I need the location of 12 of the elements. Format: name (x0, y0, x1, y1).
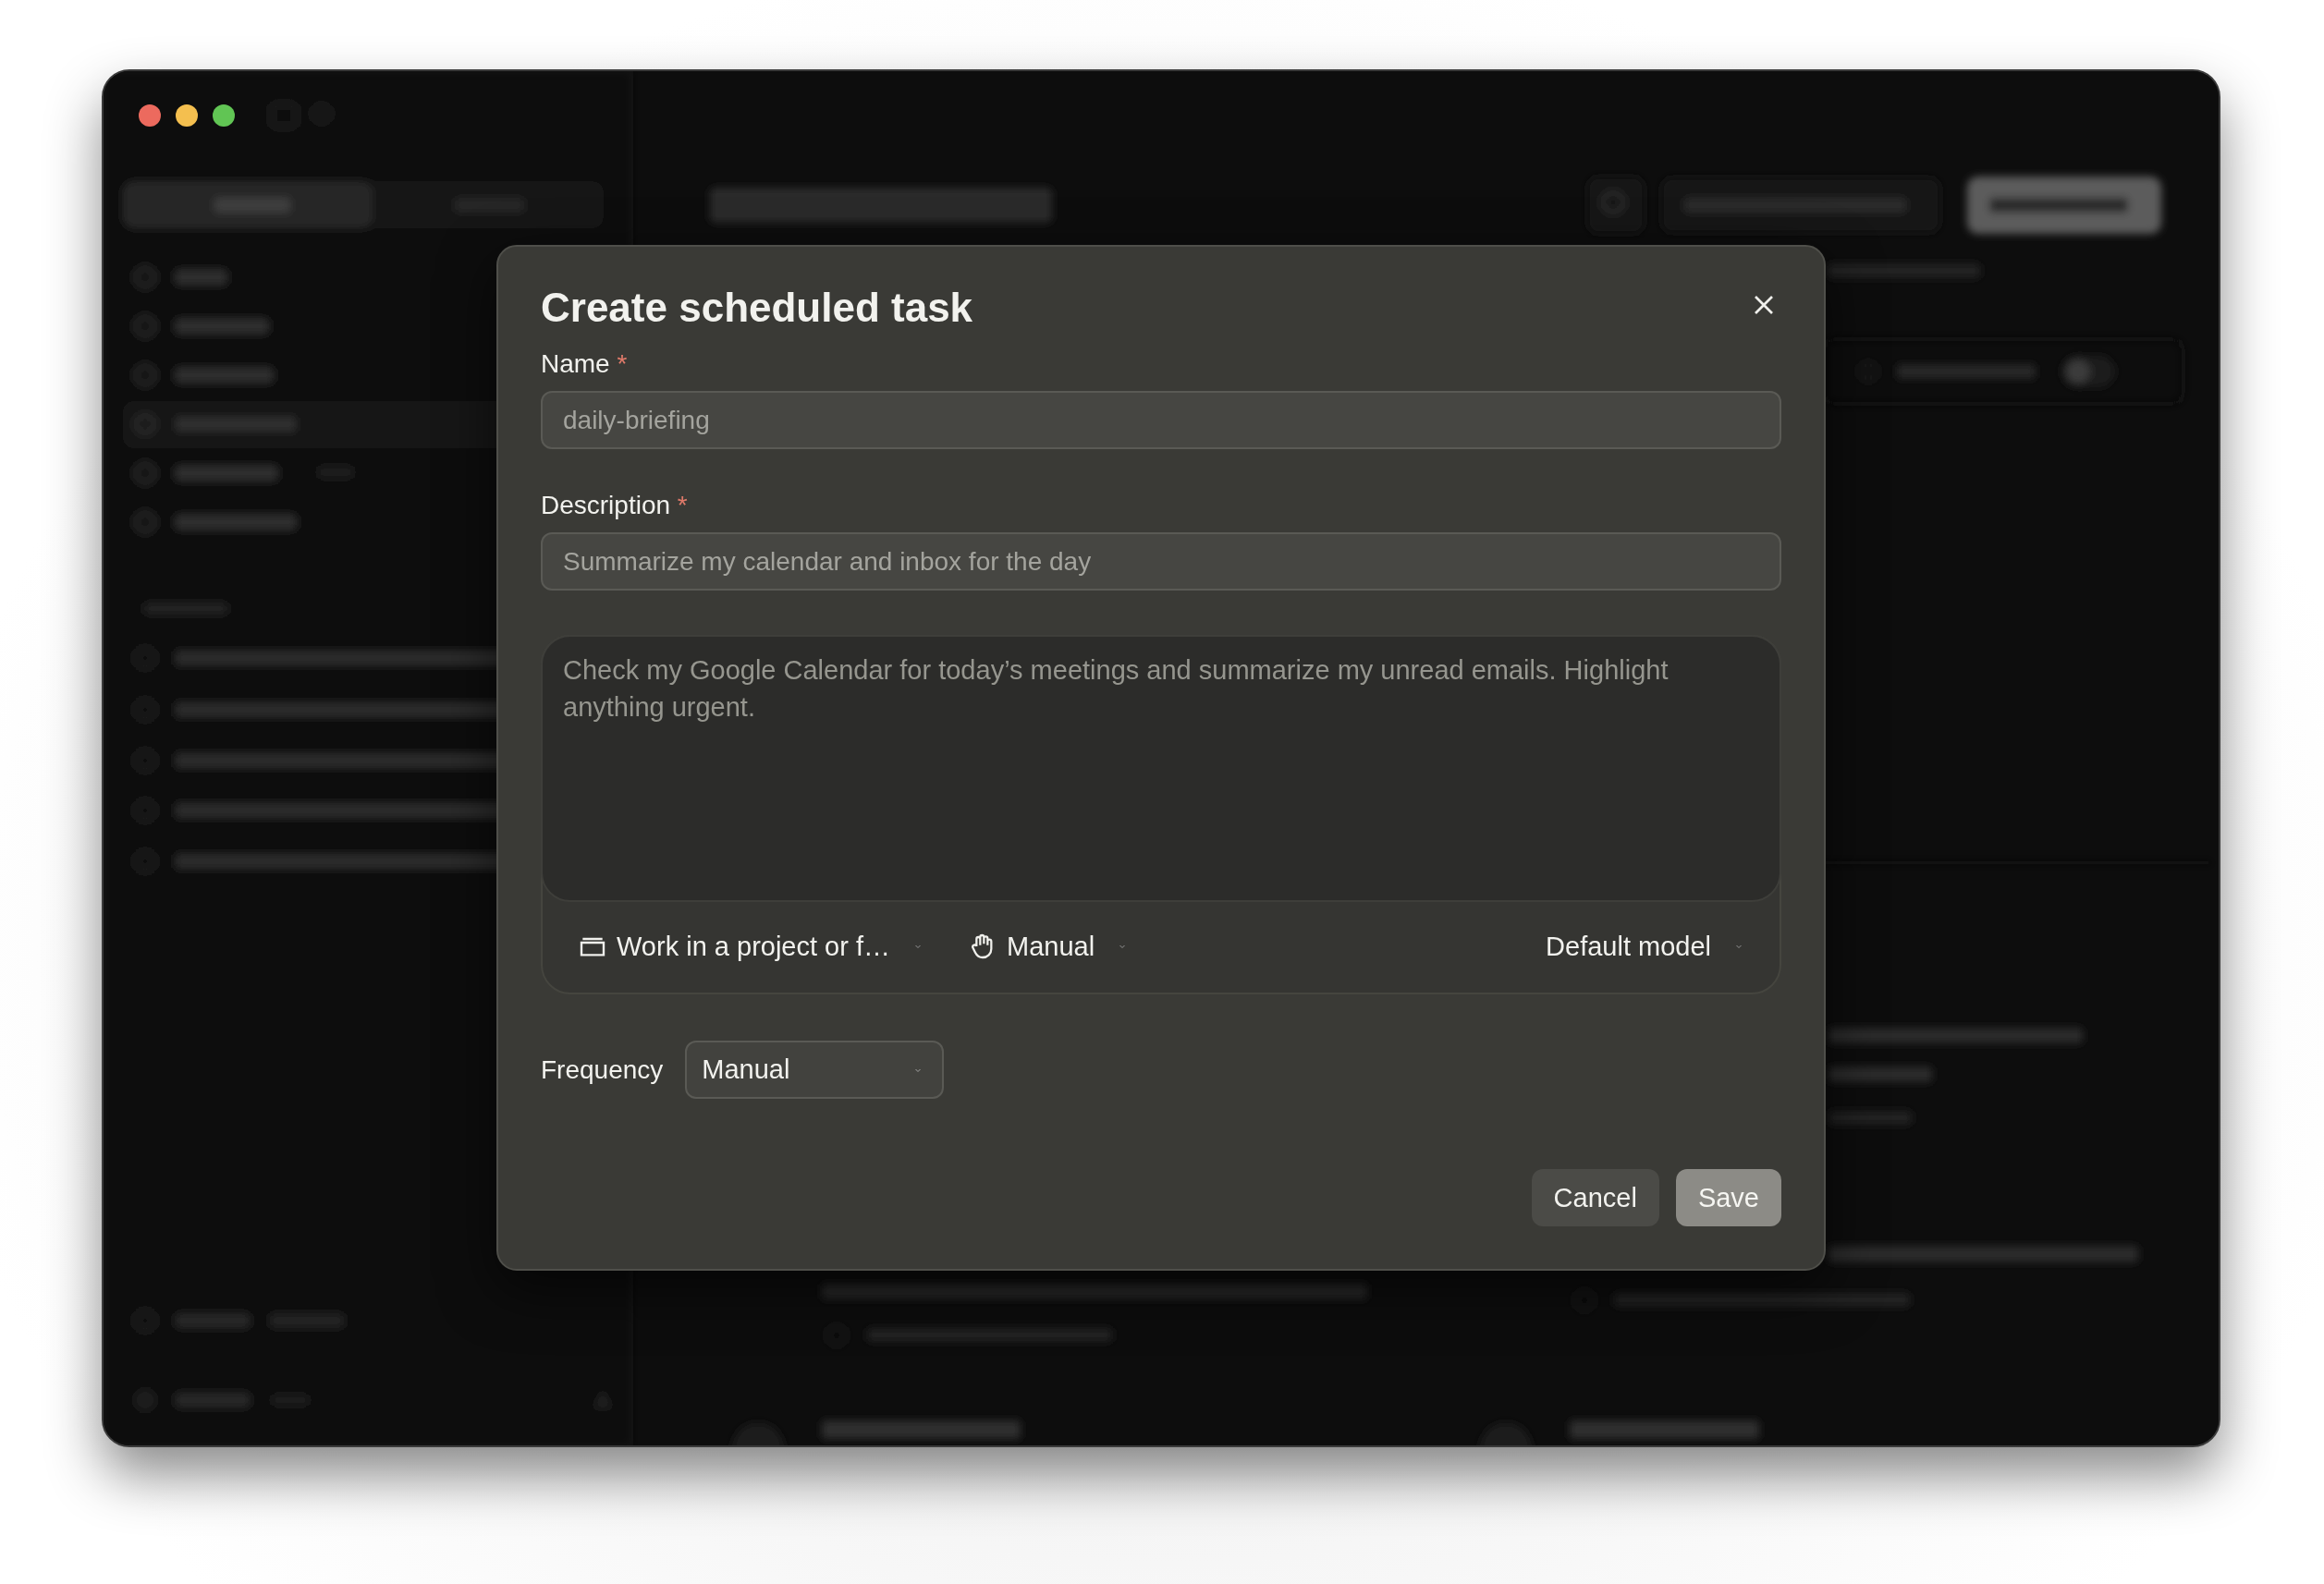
dialog-title: Create scheduled task (541, 284, 973, 332)
mode-picker[interactable]: Manual (968, 931, 1131, 962)
folder-picker[interactable]: Work in a project or f… (578, 931, 925, 962)
frequency-dropdown[interactable]: Manual (685, 1041, 945, 1099)
field-label: Frequency (541, 1054, 664, 1085)
field-label: Description * (541, 490, 689, 521)
text-field[interactable]: Summarize my calendar and inbox for the day (541, 532, 1781, 591)
prompt-field[interactable]: Check my Google Calendar for today’s meetings and summarize my unread emails. Highlight anything urgent. (541, 635, 1781, 902)
field-label: Name * (541, 348, 629, 380)
model-picker[interactable]: Default model (1546, 931, 1746, 962)
cancel-button[interactable]: Cancel (1531, 1169, 1659, 1226)
text-field[interactable]: daily-briefing (541, 391, 1781, 449)
